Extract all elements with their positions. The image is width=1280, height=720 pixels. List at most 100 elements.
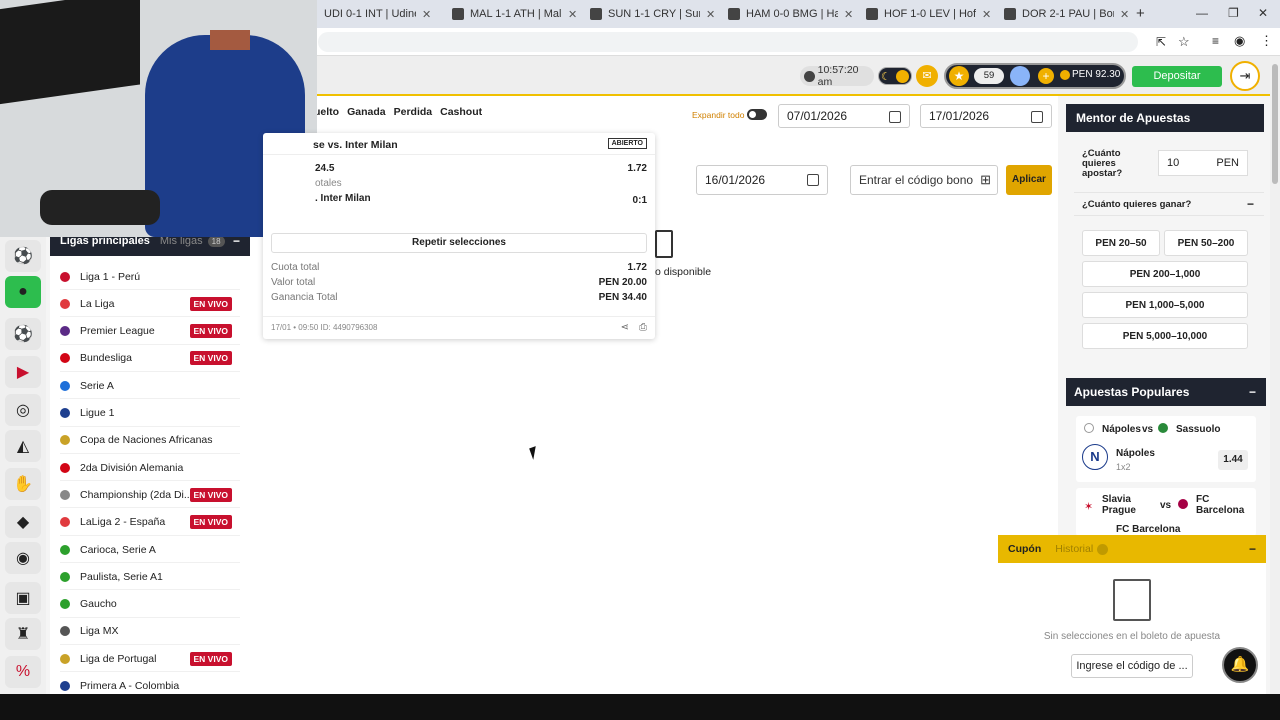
notification-bell-icon[interactable]: 🔔	[1222, 647, 1258, 683]
share-icon[interactable]: ⋖	[621, 322, 629, 333]
filter-cashout[interactable]: Cashout	[440, 106, 482, 118]
apply-button[interactable]: Aplicar	[1006, 165, 1052, 195]
menu-kebab-icon[interactable]: ⋮	[1260, 33, 1273, 49]
league-item[interactable]: 2da División Alemania	[60, 455, 240, 482]
tab-coupon[interactable]: Cupón	[1008, 543, 1041, 555]
range-button[interactable]: PEN 20–50	[1082, 230, 1160, 256]
media-icon[interactable]: ≡	[1212, 34, 1219, 48]
tab-history[interactable]: Historial	[1055, 543, 1093, 555]
collapse-icon[interactable]: −	[1249, 542, 1256, 556]
league-item[interactable]: Paulista, Serie A1	[60, 564, 240, 591]
close-tab-icon[interactable]: ✕	[706, 8, 715, 21]
win-question[interactable]: ¿Cuánto quieres ganar? −	[1074, 192, 1264, 216]
account-pill[interactable]: ★ 59 + PEN 92.30	[944, 63, 1126, 89]
close-tab-icon[interactable]: ✕	[982, 8, 991, 21]
league-item[interactable]: Serie A	[60, 373, 240, 400]
league-logo-icon	[60, 326, 70, 337]
league-item[interactable]: Championship (2da Di... EN VIVO	[60, 482, 240, 509]
close-tab-icon[interactable]: ✕	[844, 8, 853, 21]
minimize-icon[interactable]: —	[1196, 6, 1208, 20]
theme-toggle[interactable]: ☾	[878, 67, 912, 85]
league-item[interactable]: Carioca, Serie A	[60, 537, 240, 563]
collapse-icon[interactable]: −	[1249, 385, 1256, 399]
browser-tab[interactable]: MAL 1-1 ATH | Mallorca v✕	[446, 3, 583, 25]
league-name: Gaucho	[80, 598, 117, 611]
browser-tab[interactable]: HAM 0-0 BMG | Hamburg✕	[722, 3, 859, 25]
popular-bet-card[interactable]: ✶ Slavia Prague vs FC Barcelona FC Barce…	[1076, 488, 1256, 536]
maximize-icon[interactable]: ❐	[1228, 6, 1239, 20]
league-item[interactable]: Bundesliga EN VIVO	[60, 346, 240, 372]
browser-tab[interactable]: UDI 0-1 INT | Udinese vs I✕	[318, 3, 437, 25]
play-icon[interactable]: ▶	[5, 356, 41, 388]
bookmark-star-icon[interactable]: ☆	[1178, 34, 1190, 50]
filter-won[interactable]: Ganada	[347, 106, 386, 118]
roulette-icon[interactable]: ◉	[5, 542, 41, 574]
deposit-button[interactable]: Depositar	[1132, 66, 1222, 87]
league-item[interactable]: Liga MX	[60, 619, 240, 645]
sport-icon[interactable]: ●	[5, 276, 41, 308]
league-item[interactable]: La Liga EN VIVO	[60, 291, 240, 318]
league-item[interactable]: Liga 1 - Perú	[60, 264, 240, 290]
league-item[interactable]: LaLiga 2 - España EN VIVO	[60, 510, 240, 536]
date-to-field[interactable]: 17/01/2026	[920, 104, 1052, 128]
range-button[interactable]: PEN 1,000–5,000	[1082, 292, 1248, 318]
bet-ticket: se vs. Inter Milan ABIERTO 24.5 1.72 ota…	[263, 133, 655, 339]
range-button[interactable]: PEN 200–1,000	[1082, 261, 1248, 287]
league-item[interactable]: Gaucho	[60, 592, 240, 618]
cup-icon[interactable]: ♜	[5, 618, 41, 650]
league-item[interactable]: Copa de Naciones Africanas	[60, 428, 240, 454]
hand-icon[interactable]: ✋	[5, 468, 41, 500]
url-field[interactable]	[318, 32, 1138, 52]
browser-tab[interactable]: DOR 2-1 PAU | Borussia D✕	[998, 3, 1135, 25]
close-tab-icon[interactable]: ✕	[568, 8, 577, 21]
collapse-icon[interactable]: −	[1247, 197, 1254, 211]
logout-icon[interactable]: ⇥	[1230, 61, 1260, 91]
print-icon[interactable]: ⎙	[639, 322, 647, 333]
league-name: Carioca, Serie A	[80, 543, 156, 556]
sport-icon[interactable]: ⚽	[5, 240, 41, 272]
mail-icon[interactable]: ✉	[916, 65, 938, 87]
taskbar	[0, 694, 1280, 720]
slot-icon[interactable]: ▣	[5, 582, 41, 614]
league-item[interactable]: Ligue 1	[60, 401, 240, 427]
close-window-icon[interactable]: ✕	[1258, 6, 1268, 20]
add-funds-icon[interactable]: +	[1038, 68, 1054, 84]
date-from-field[interactable]: 07/01/2026	[778, 104, 910, 128]
soccer-icon[interactable]: ⚽	[5, 318, 41, 350]
stake-input[interactable]: 10 PEN	[1158, 150, 1248, 176]
browser-tab[interactable]: SUN 1-1 CRY | Sunderlan✕	[584, 3, 721, 25]
filter-lost[interactable]: Perdida	[394, 106, 433, 118]
repeat-selections-button[interactable]: Repetir selecciones	[271, 233, 647, 253]
filter-unresolved[interactable]: uelto	[314, 106, 339, 118]
live-badge: EN VIVO	[189, 515, 232, 530]
popular-bet-card[interactable]: Nápoles vs Sassuolo N Nápoles 1x2 1.44	[1076, 416, 1256, 482]
close-tab-icon[interactable]: ✕	[422, 8, 431, 21]
range-button[interactable]: PEN 50–200	[1164, 230, 1248, 256]
bonus-code-input[interactable]: Entrar el código bono ⊞	[850, 165, 998, 195]
bet-status-filters: uelto Ganada Perdida Cashout	[314, 106, 482, 118]
ball-icon[interactable]: ◆	[5, 506, 41, 538]
shelf-shape	[210, 30, 250, 50]
target-icon[interactable]: ◎	[5, 394, 41, 426]
install-icon[interactable]: ⇱	[1156, 35, 1166, 49]
range-button[interactable]: PEN 5,000–10,000	[1082, 323, 1248, 349]
pizza-icon[interactable]: ◭	[5, 430, 41, 462]
profile-icon[interactable]: ◉	[1234, 33, 1245, 49]
bonus-date-field[interactable]: 16/01/2026	[696, 165, 828, 195]
expand-all-toggle[interactable]	[747, 109, 767, 120]
league-name: Liga 1 - Perú	[80, 270, 141, 283]
site-favicon-icon	[1004, 8, 1016, 20]
close-tab-icon[interactable]: ✕	[1120, 8, 1129, 21]
sports-rail: ⚽ ● ⚽ ▶ ◎ ◭ ✋ ◆ ◉ ▣ ♜ %	[0, 236, 46, 694]
browser-tab[interactable]: HOF 1-0 LEV | Hoffenhei✕	[860, 3, 997, 25]
league-logo-icon	[60, 571, 70, 582]
new-tab-button[interactable]: +	[1136, 5, 1145, 22]
avatar[interactable]	[1010, 66, 1030, 86]
enter-code-button[interactable]: Ingrese el código de ...	[1071, 654, 1193, 678]
odd-button[interactable]: 1.44	[1218, 450, 1248, 470]
promo-percent-icon[interactable]: %	[5, 656, 41, 688]
league-item[interactable]: Premier League EN VIVO	[60, 319, 240, 345]
league-item[interactable]: Liga de Portugal EN VIVO	[60, 646, 240, 673]
calendar-icon	[889, 111, 901, 123]
page-scrollbar[interactable]	[1270, 56, 1280, 694]
